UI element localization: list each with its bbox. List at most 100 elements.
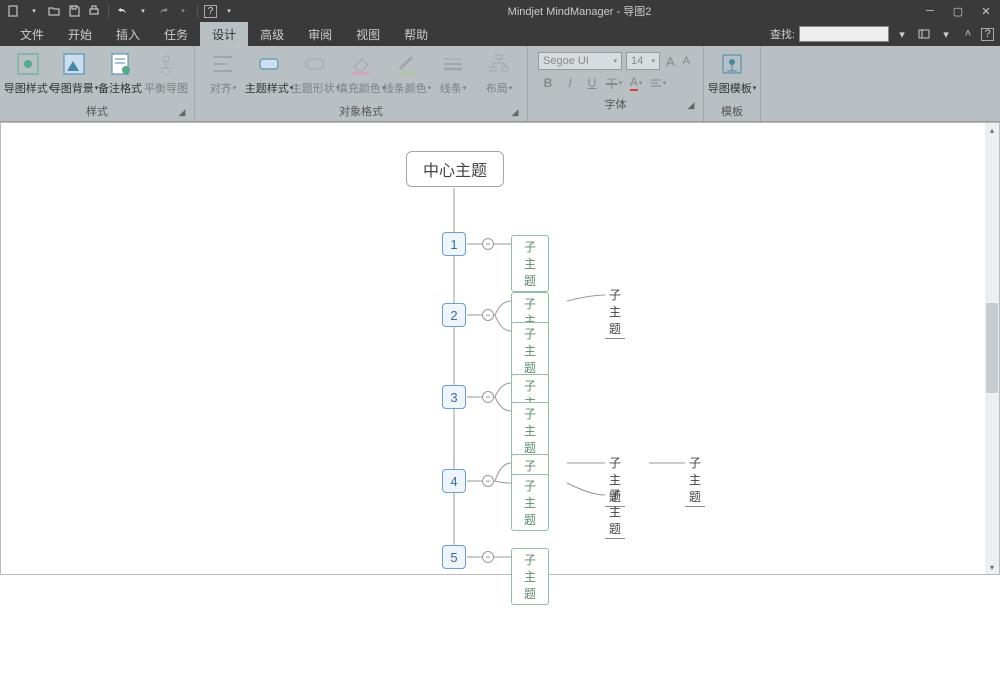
search-dropdown-icon[interactable]: ▾: [893, 25, 911, 43]
menu-design[interactable]: 设计: [200, 22, 248, 46]
collapse-toggle[interactable]: −: [482, 391, 494, 403]
menu-task[interactable]: 任务: [152, 22, 200, 46]
sub-topic[interactable]: 子主题: [511, 235, 549, 292]
topic-shape-button: 主题形状▾: [293, 50, 337, 96]
collapse-toggle[interactable]: −: [482, 238, 494, 250]
qat-dropdown-icon[interactable]: ▾: [135, 3, 151, 19]
align-text-button[interactable]: ▾: [648, 74, 668, 92]
scroll-thumb[interactable]: [986, 303, 998, 393]
menu-review[interactable]: 审阅: [296, 22, 344, 46]
btn-label: 对齐▾: [210, 80, 237, 96]
help-icon[interactable]: ?: [981, 28, 994, 41]
menu-advanced[interactable]: 高级: [248, 22, 296, 46]
leaf-topic[interactable]: 子主题: [605, 286, 625, 339]
scroll-down-icon[interactable]: ▾: [985, 560, 999, 574]
quick-access-toolbar: ▾ ▾ ▾ ? ▾: [0, 3, 243, 19]
font-color-button[interactable]: A▾: [626, 74, 646, 92]
grow-font-icon[interactable]: A: [664, 54, 677, 69]
root-topic[interactable]: 中心主题: [406, 151, 504, 187]
help-icon[interactable]: ?: [204, 5, 217, 18]
topic-style-button[interactable]: 主题样式▾: [247, 50, 291, 96]
btn-label: 主题形状▾: [291, 80, 340, 96]
balance-map-button: 平衡导图: [144, 50, 188, 96]
main-topic-1[interactable]: 1: [442, 232, 466, 256]
main-topic-3[interactable]: 3: [442, 385, 466, 409]
dropdown-icon[interactable]: ▾: [937, 25, 955, 43]
save-icon[interactable]: [66, 3, 82, 19]
menu-bar: 文件 开始 插入 任务 设计 高级 审阅 视图 帮助 查找: ▾ ▾ ˄ ?: [0, 22, 1000, 46]
btn-label: 主题样式▾: [245, 80, 294, 96]
ribbon: 导图样式▾ 导图背景▾ 备注格式 平衡导图 样式◢ 对齐▾: [0, 46, 1000, 122]
leaf-topic[interactable]: 子主题: [605, 486, 625, 539]
dialog-launcher-icon[interactable]: ◢: [509, 107, 521, 119]
qat-dropdown-icon[interactable]: ▾: [175, 3, 191, 19]
separator: [197, 4, 198, 18]
open-file-icon[interactable]: [46, 3, 62, 19]
scroll-up-icon[interactable]: ▴: [985, 123, 999, 137]
main-topic-2[interactable]: 2: [442, 303, 466, 327]
font-name-select[interactable]: Segoe UI▾: [538, 52, 622, 70]
strike-button[interactable]: 干▾: [604, 74, 624, 92]
collapse-ribbon-icon[interactable]: ˄: [959, 25, 977, 43]
italic-button[interactable]: I: [560, 74, 580, 92]
window-title: Mindjet MindManager - 导图2: [243, 3, 916, 19]
map-template-icon: [718, 50, 746, 78]
undo-icon[interactable]: [115, 3, 131, 19]
search-input[interactable]: [799, 26, 889, 42]
map-background-button[interactable]: 导图背景▾: [52, 50, 96, 96]
map-template-button[interactable]: 导图模板▾: [710, 50, 754, 96]
align-icon: [209, 50, 237, 78]
map-style-icon: [14, 50, 42, 78]
main-topic-4[interactable]: 4: [442, 469, 466, 493]
btn-label: 填充颜色▾: [337, 80, 386, 96]
topic-style-icon: [255, 50, 283, 78]
group-label: 模板: [710, 101, 754, 121]
menu-insert[interactable]: 插入: [104, 22, 152, 46]
group-label: 对象格式◢: [201, 101, 521, 121]
btn-label: 导图模板▾: [708, 80, 757, 96]
bold-button[interactable]: B: [538, 74, 558, 92]
menu-start[interactable]: 开始: [56, 22, 104, 46]
minimize-button[interactable]: ─: [916, 0, 944, 22]
sub-topic[interactable]: 子主题: [511, 402, 549, 459]
line-color-button: 线条颜色▾: [385, 50, 429, 96]
notes-format-button[interactable]: 备注格式: [98, 50, 142, 96]
btn-label: 线条颜色▾: [383, 80, 432, 96]
group-label: 样式◢: [6, 101, 188, 121]
menu-view[interactable]: 视图: [344, 22, 392, 46]
dialog-launcher-icon[interactable]: ◢: [685, 100, 697, 112]
layout-icon: [485, 50, 513, 78]
collapse-toggle[interactable]: −: [482, 475, 494, 487]
sub-topic[interactable]: 子主题: [511, 548, 549, 605]
map-background-icon: [60, 50, 88, 78]
menu-help[interactable]: 帮助: [392, 22, 440, 46]
menu-file[interactable]: 文件: [8, 22, 56, 46]
canvas-area[interactable]: 中心主题 1 2 3 4 5 − − − − − 子主题 子主题 子主题 子主题…: [0, 122, 1000, 575]
redo-icon[interactable]: [155, 3, 171, 19]
qat-dropdown-icon[interactable]: ▾: [221, 3, 237, 19]
new-file-icon[interactable]: [6, 3, 22, 19]
main-topic-5[interactable]: 5: [442, 545, 466, 569]
btn-label: 导图样式▾: [4, 80, 53, 96]
btn-label: 线条▾: [440, 80, 467, 96]
qat-dropdown-icon[interactable]: ▾: [26, 3, 42, 19]
maximize-button[interactable]: ▢: [944, 0, 972, 22]
ribbon-group-template: 导图模板▾ 模板: [704, 46, 761, 121]
font-size-select[interactable]: 14▾: [626, 52, 660, 70]
layout-button: 布局▾: [477, 50, 521, 96]
leaf-topic[interactable]: 子主题: [685, 454, 705, 507]
close-button[interactable]: ✕: [972, 0, 1000, 22]
underline-button[interactable]: U: [582, 74, 602, 92]
shrink-font-icon[interactable]: A: [681, 55, 692, 67]
dialog-launcher-icon[interactable]: ◢: [176, 107, 188, 119]
collapse-toggle[interactable]: −: [482, 551, 494, 563]
collapse-toggle[interactable]: −: [482, 309, 494, 321]
btn-label: 布局▾: [486, 80, 513, 96]
balance-icon: [152, 50, 180, 78]
separator: [108, 4, 109, 18]
sub-topic[interactable]: 子主题: [511, 474, 549, 531]
map-style-button[interactable]: 导图样式▾: [6, 50, 50, 96]
print-icon[interactable]: [86, 3, 102, 19]
sidebar-toggle-icon[interactable]: [915, 25, 933, 43]
sub-topic[interactable]: 子主题: [511, 322, 549, 379]
